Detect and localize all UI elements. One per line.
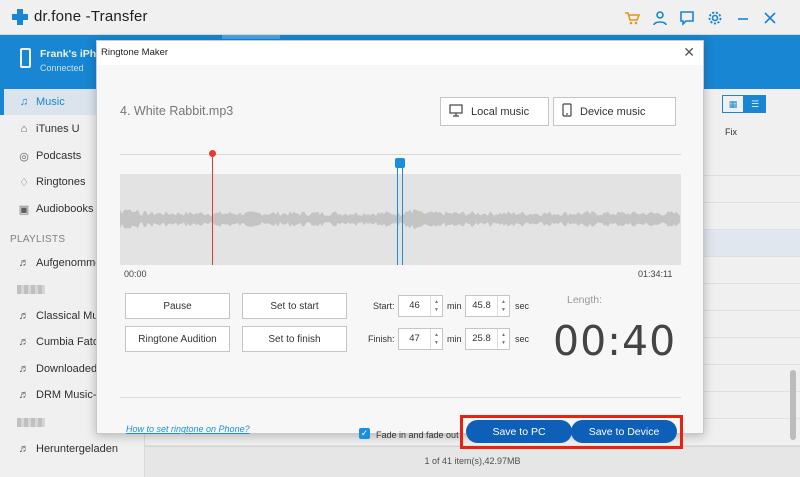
min-unit: min (447, 334, 462, 344)
divider (120, 397, 681, 398)
dialog-body: 4. White Rabbit.mp3 Local music Device m… (97, 65, 703, 449)
local-music-label: Local music (471, 105, 530, 118)
selection-marker[interactable] (397, 164, 403, 265)
playhead-marker[interactable] (212, 151, 213, 265)
start-minutes-value: 46 (409, 300, 420, 311)
fade-label: Fade in and fade out (376, 430, 459, 440)
start-minutes-stepper[interactable]: 46 ▲ ▼ (398, 295, 443, 317)
monitor-icon (449, 103, 463, 120)
local-music-button[interactable]: Local music (440, 97, 549, 126)
timeline-track (120, 154, 681, 155)
close-icon[interactable]: ✕ (683, 44, 695, 61)
stepper-arrows-icon[interactable]: ▲ ▼ (497, 329, 509, 349)
device-music-label: Device music (580, 105, 646, 118)
ringtone-audition-button[interactable]: Ringtone Audition (125, 326, 230, 352)
playhead-handle[interactable] (209, 150, 216, 157)
finish-minutes-value: 47 (409, 333, 420, 344)
dialog-title: Ringtone Maker (101, 47, 169, 58)
time-start-label: 00:00 (124, 269, 147, 279)
sec-unit: sec (515, 301, 530, 311)
pause-button[interactable]: Pause (125, 293, 230, 319)
min-unit: min (447, 301, 462, 311)
help-link[interactable]: How to set ringtone on Phone? (126, 424, 250, 434)
selection-handle[interactable] (395, 158, 405, 168)
stepper-arrows-icon[interactable]: ▲ ▼ (430, 296, 442, 316)
finish-minutes-stepper[interactable]: 47 ▲ ▼ (398, 328, 443, 350)
finish-seconds-value: 25.8 (472, 333, 491, 344)
start-seconds-stepper[interactable]: 45.8 ▲ ▼ (465, 295, 510, 317)
fade-checkbox[interactable]: ✓ (359, 428, 370, 439)
time-end-label: 01:34:11 (638, 269, 673, 279)
start-seconds-value: 45.8 (472, 300, 491, 311)
device-music-button[interactable]: Device music (553, 97, 676, 126)
ringtone-maker-dialog: Ringtone Maker ✕ 4. White Rabbit.mp3 Loc… (96, 40, 704, 449)
save-to-device-button[interactable]: Save to Device (571, 420, 677, 443)
start-label: Start: (373, 301, 395, 311)
finish-seconds-stepper[interactable]: 25.8 ▲ ▼ (465, 328, 510, 350)
finish-label: Finish: (368, 334, 395, 344)
set-to-start-button[interactable]: Set to start (242, 293, 347, 319)
length-label: Length: (567, 294, 603, 306)
sec-unit: sec (515, 334, 530, 344)
set-to-finish-button[interactable]: Set to finish (242, 326, 347, 352)
length-value: 00:40 (553, 317, 677, 365)
track-name: 4. White Rabbit.mp3 (120, 104, 234, 118)
phone-icon (562, 103, 572, 120)
stepper-arrows-icon[interactable]: ▲ ▼ (497, 296, 509, 316)
save-to-pc-button[interactable]: Save to PC (466, 420, 572, 443)
stepper-arrows-icon[interactable]: ▲ ▼ (430, 329, 442, 349)
